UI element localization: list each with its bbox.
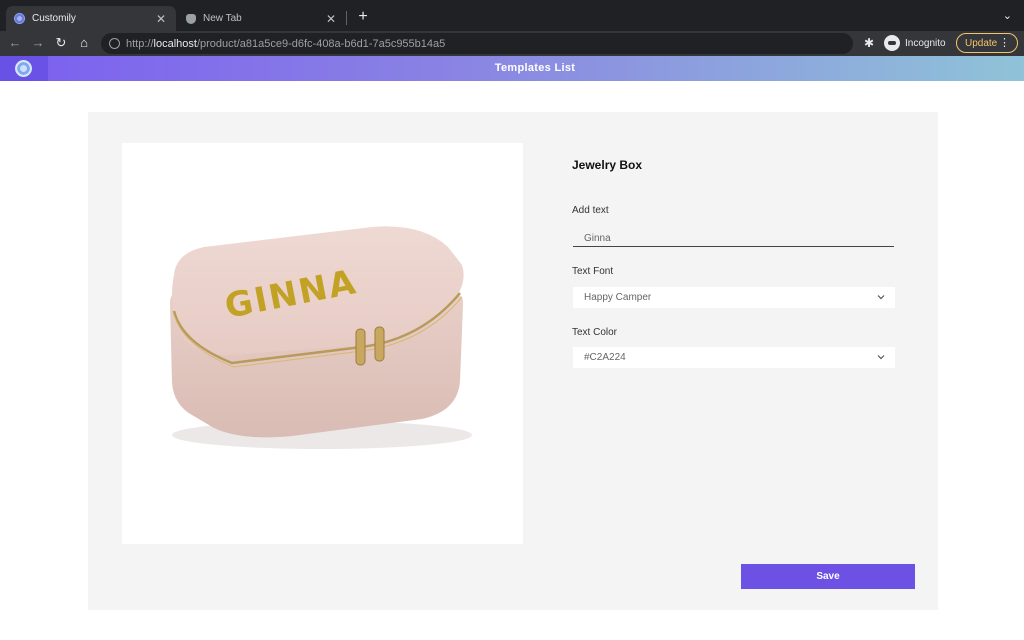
text-color-value: #C2A224 [584,352,626,363]
incognito-favicon-icon [186,13,196,24]
plus-icon[interactable]: + [354,8,372,26]
url-path: /product/a81a5ce9-d6fc-408a-b6d1-7a5c955… [196,37,446,50]
incognito-icon [884,35,900,51]
back-arrow-icon[interactable]: ← [7,35,23,51]
templates-list-link[interactable]: Templates List [0,56,1024,81]
close-icon[interactable]: ✕ [154,12,168,26]
jewelry-box-image: GINNA [170,226,472,449]
update-label: Update [965,37,998,49]
add-text-label: Add text [572,205,609,216]
close-icon[interactable]: ✕ [324,12,338,26]
tab-title: Customily [32,13,76,24]
chevron-down-icon[interactable]: ⌄ [1003,9,1012,22]
reload-icon[interactable]: ↻ [53,35,69,51]
product-title: Jewelry Box [572,158,643,172]
tab-title: New Tab [203,13,242,24]
url-scheme: http:// [126,37,154,50]
forward-arrow-icon[interactable]: → [30,35,46,51]
text-font-label: Text Font [572,266,614,277]
customily-favicon-icon [14,13,25,24]
tab-customily[interactable]: Customily ✕ [6,6,176,31]
tab-new-tab[interactable]: New Tab ✕ [178,6,346,31]
profile-label: Incognito [905,37,946,49]
save-button[interactable]: Save [741,564,915,589]
update-button[interactable]: Update ⋮ [956,33,1018,53]
app-header: Templates List [0,56,1024,81]
tab-divider [346,11,347,25]
site-info-icon[interactable] [109,38,120,49]
browser-toolbar: ← → ↻ ⌂ http://localhost/product/a81a5ce… [0,31,1024,56]
text-color-label: Text Color [572,327,618,338]
text-color-select[interactable]: #C2A224 [573,347,895,368]
puzzle-icon[interactable]: ✱ [862,36,876,50]
more-vertical-icon[interactable]: ⋮ [999,36,1010,49]
add-text-input[interactable] [573,231,894,247]
address-bar[interactable]: http://localhost/product/a81a5ce9-d6fc-4… [101,33,853,54]
browser-tabstrip: Customily ✕ New Tab ✕ + ⌄ [0,0,1024,31]
home-icon[interactable]: ⌂ [76,35,92,51]
chevron-down-icon [877,355,885,360]
text-font-value: Happy Camper [584,292,652,303]
incognito-profile[interactable]: Incognito [884,35,946,51]
url-host: localhost [153,37,197,50]
text-font-select[interactable]: Happy Camper [573,287,895,308]
product-preview-image: GINNA [122,143,523,544]
chevron-down-icon [877,295,885,300]
